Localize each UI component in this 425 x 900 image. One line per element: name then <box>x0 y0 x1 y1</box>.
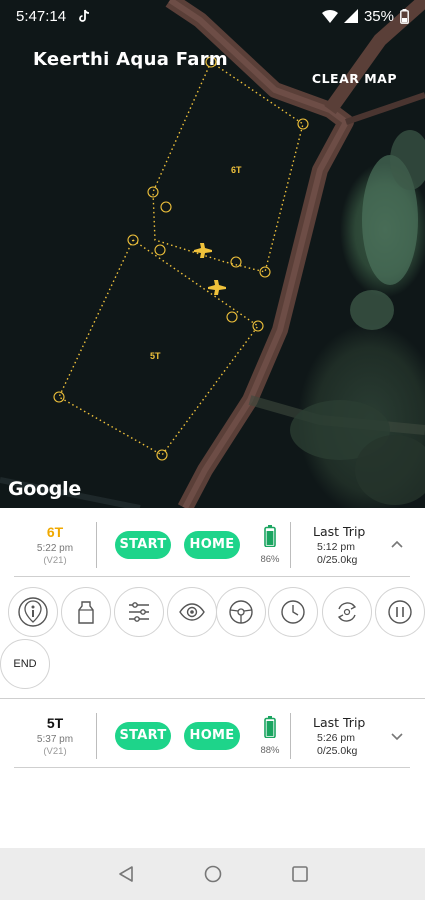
back-icon[interactable] <box>117 865 135 883</box>
steering-button[interactable] <box>216 587 266 637</box>
drone-markers <box>194 243 226 295</box>
clock-icon <box>281 600 305 624</box>
end-label: END <box>13 658 37 670</box>
location-info-button[interactable] <box>8 587 58 637</box>
drone-controls: END <box>0 587 425 697</box>
eye-icon <box>179 603 205 621</box>
settings-sliders-button[interactable] <box>114 587 164 637</box>
farm-name: Keerthi Aqua Farm <box>33 49 228 70</box>
pause-icon <box>388 600 412 624</box>
battery-percent-label: 88% <box>260 744 280 756</box>
home-button[interactable]: HOME <box>184 721 240 750</box>
drone-name: 5T <box>46 714 64 731</box>
battery-percent: 35% <box>363 7 394 25</box>
last-trip-title: Last Trip <box>313 714 366 730</box>
view-button[interactable] <box>167 587 217 637</box>
pond-label-6t: 6T <box>231 165 242 175</box>
drone-time: 5:37 pm <box>36 733 74 745</box>
schedule-button[interactable] <box>268 587 318 637</box>
battery-icon <box>400 8 409 24</box>
end-button[interactable]: END <box>0 639 50 689</box>
divider <box>96 712 97 759</box>
feeder-icon <box>78 601 94 624</box>
pause-button[interactable] <box>375 587 425 637</box>
drone-info: 5T 5:37 pm (V21) <box>14 715 96 757</box>
drone-battery: 88% <box>250 715 290 756</box>
last-trip: Last Trip 5:12 pm 0/25.0kg <box>299 524 379 566</box>
last-trip-time: 5:12 pm <box>317 540 355 553</box>
home-icon[interactable] <box>204 865 222 883</box>
last-trip-weight: 0/25.0kg <box>317 553 358 566</box>
divider <box>96 521 97 568</box>
signal-icon <box>343 9 358 23</box>
drone-version: (V21) <box>43 554 67 566</box>
status-time: 5:47:14 <box>16 7 67 25</box>
last-trip-weight: 0/25.0kg <box>317 744 358 757</box>
refresh-cycle-button[interactable] <box>322 587 372 637</box>
divider <box>290 712 291 759</box>
drone-row-6t: 6T 5:22 pm (V21) START HOME 86% Last Tri… <box>14 513 410 577</box>
drone-time: 5:22 pm <box>36 542 74 554</box>
section-divider <box>0 698 425 699</box>
drone-battery: 86% <box>250 524 290 565</box>
divider <box>290 521 291 568</box>
drone-info: 6T 5:22 pm (V21) <box>14 524 96 566</box>
last-trip-time: 5:26 pm <box>317 731 355 744</box>
settings-sliders-icon <box>129 602 149 622</box>
home-button[interactable]: HOME <box>184 530 240 559</box>
clear-map-button[interactable]: CLEAR MAP <box>312 71 397 86</box>
battery-percent-label: 86% <box>260 553 280 565</box>
location-info-icon <box>18 597 48 627</box>
system-nav-bar <box>0 848 425 900</box>
refresh-cycle-icon <box>337 602 357 622</box>
last-trip: Last Trip 5:26 pm 0/25.0kg <box>299 715 379 757</box>
drone-row-5t: 5T 5:37 pm (V21) START HOME 88% Last Tri… <box>14 704 410 768</box>
pond-label-5t: 5T <box>150 351 161 361</box>
last-trip-title: Last Trip <box>313 523 366 539</box>
google-logo: Google <box>8 478 81 500</box>
farm-map[interactable]: 5:47:14 35% Keerthi Aqua Farm CLEAR MAP … <box>0 0 425 508</box>
tiktok-icon <box>79 9 90 22</box>
drone-name: 6T <box>46 523 64 540</box>
battery-level-icon <box>264 524 276 547</box>
steering-icon <box>229 600 253 624</box>
chevron-down-icon[interactable] <box>390 729 404 743</box>
start-button[interactable]: START <box>115 530 171 559</box>
status-bar: 5:47:14 35% <box>0 0 425 32</box>
chevron-up-icon[interactable] <box>390 538 404 552</box>
feeder-button[interactable] <box>61 587 111 637</box>
start-button[interactable]: START <box>115 721 171 750</box>
wifi-icon <box>321 9 338 23</box>
drone-version: (V21) <box>43 745 67 757</box>
battery-level-icon <box>264 715 276 738</box>
recents-icon[interactable] <box>291 865 309 883</box>
